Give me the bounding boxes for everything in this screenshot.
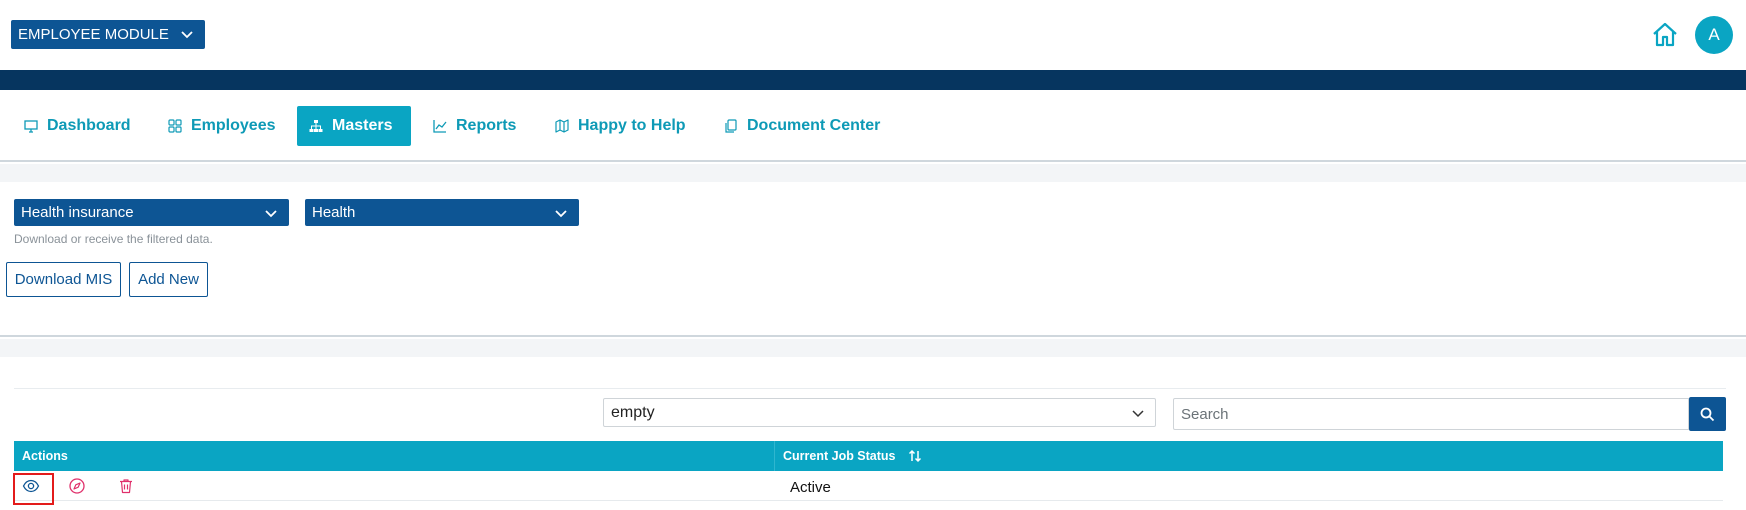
home-icon[interactable]: [1650, 20, 1680, 50]
category-select-value: Health insurance: [21, 204, 134, 221]
top-bar: EMPLOYEE MODULE A: [0, 0, 1746, 70]
compass-icon: [69, 478, 85, 494]
divider: [14, 388, 1726, 389]
header-band: [0, 70, 1746, 90]
module-select[interactable]: EMPLOYEE MODULE: [11, 20, 205, 49]
search-input[interactable]: [1173, 398, 1689, 430]
map-icon: [555, 119, 569, 133]
chevron-down-icon: [265, 210, 277, 218]
trash-icon: [120, 479, 132, 494]
nav-dashboard[interactable]: Dashboard: [12, 106, 143, 146]
table-row: Active: [13, 471, 1723, 505]
nav-masters[interactable]: Masters: [297, 106, 411, 146]
subcategory-select-value: Health: [312, 204, 356, 221]
nav-label: Masters: [332, 117, 393, 134]
avatar-letter: A: [1708, 25, 1720, 44]
documents-icon: [725, 119, 737, 133]
section-gap: [0, 339, 1746, 357]
column-header-label: Current Job Status: [783, 449, 896, 463]
nav-label: Happy to Help: [578, 117, 686, 134]
column-divider: [774, 441, 775, 471]
table-area: empty Actions Current Job Status Active: [0, 357, 1746, 510]
table-header: Actions Current Job Status: [14, 441, 1723, 471]
table-filter-value: empty: [611, 403, 655, 421]
module-select-label: EMPLOYEE MODULE: [18, 26, 169, 43]
monitor-icon: [24, 120, 38, 133]
nav-label: Dashboard: [47, 117, 131, 134]
nav-employees[interactable]: Employees: [156, 106, 287, 146]
search-button[interactable]: [1689, 397, 1726, 431]
nav-reports[interactable]: Reports: [421, 106, 528, 146]
delete-button[interactable]: [117, 477, 135, 495]
nav-label: Employees: [191, 117, 276, 134]
download-mis-button[interactable]: Download MIS: [6, 262, 121, 297]
sitemap-icon: [309, 120, 323, 132]
nav-happy-to-help[interactable]: Happy to Help: [543, 106, 698, 146]
nav-label: Document Center: [747, 117, 881, 134]
column-header-actions: Actions: [22, 449, 68, 463]
filter-panel: Health insurance Health Download or rece…: [0, 182, 1746, 337]
section-gap: [0, 164, 1746, 182]
search-icon: [1700, 407, 1715, 421]
table-filter-select[interactable]: empty: [603, 398, 1156, 427]
grid-icon: [168, 119, 182, 133]
view-button[interactable]: [13, 473, 54, 505]
column-header-current-job-status[interactable]: Current Job Status: [783, 449, 922, 463]
nav-label: Reports: [456, 117, 517, 134]
chevron-down-icon: [1132, 410, 1144, 418]
edit-button[interactable]: [68, 477, 86, 495]
cell-current-job-status: Active: [790, 479, 831, 496]
highlight-box: [13, 473, 54, 505]
sort-icon: [908, 449, 921, 463]
avatar[interactable]: A: [1695, 16, 1733, 54]
filter-hint: Download or receive the filtered data.: [14, 232, 213, 246]
category-select[interactable]: Health insurance: [14, 199, 289, 226]
subcategory-select[interactable]: Health: [305, 199, 579, 226]
chevron-down-icon: [555, 210, 567, 218]
main-nav: Dashboard Employees Masters Reports Happ…: [0, 90, 1746, 162]
line-chart-icon: [433, 120, 447, 133]
nav-document-center[interactable]: Document Center: [712, 106, 892, 146]
add-new-button[interactable]: Add New: [129, 262, 208, 297]
chevron-down-icon: [181, 31, 193, 39]
